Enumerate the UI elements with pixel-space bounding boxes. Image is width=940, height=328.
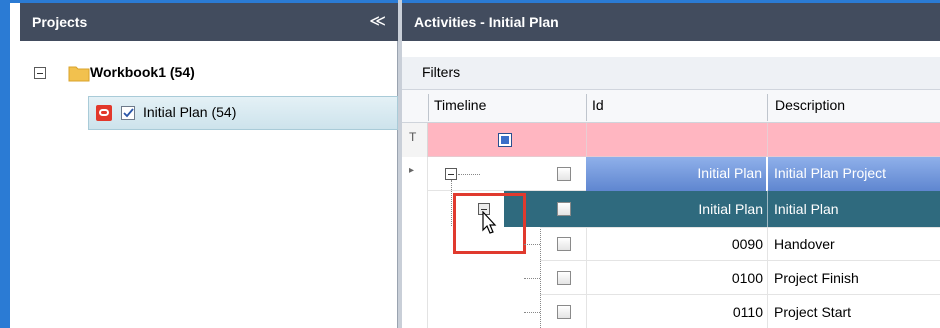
column-header-description[interactable]: Description — [775, 97, 845, 113]
row-id-divider — [767, 191, 768, 227]
projects-panel-body — [20, 41, 398, 328]
tree-connector-line — [524, 244, 540, 245]
row-checkbox[interactable] — [557, 271, 571, 285]
row-id: Initial Plan — [698, 201, 763, 217]
row-id: Initial Plan — [697, 165, 762, 181]
row-description: Project Finish — [774, 270, 859, 286]
row-checkbox[interactable] — [557, 237, 571, 251]
row-description: Initial Plan Project — [774, 165, 887, 181]
workbook-label[interactable]: Workbook1 (54) — [90, 64, 195, 80]
row-description: Initial Plan — [774, 201, 839, 217]
folder-icon — [68, 66, 90, 82]
row-description-cell: Initial Plan Project — [768, 157, 940, 191]
activities-panel-title: Activities - Initial Plan — [414, 14, 559, 30]
projects-panel-title: Projects — [32, 14, 88, 30]
collapse-panel-icon[interactable]: ≪ — [369, 3, 386, 41]
filter-expand-all-icon[interactable] — [498, 133, 512, 147]
current-row-indicator-icon: ▸ — [409, 165, 415, 176]
mouse-cursor-icon — [482, 211, 497, 234]
column-header-id[interactable]: Id — [592, 97, 604, 113]
tree-connector-line — [524, 312, 540, 313]
activities-panel-header: Activities - Initial Plan — [402, 3, 940, 41]
filters-label[interactable]: Filters — [422, 64, 460, 80]
filter-row[interactable] — [402, 123, 940, 157]
filters-top-strip — [402, 41, 940, 57]
row-indicator-column — [402, 157, 428, 328]
row-checkbox[interactable] — [557, 305, 571, 319]
plan-checkbox[interactable] — [121, 106, 135, 120]
tree-vertical-line — [451, 180, 452, 226]
oracle-plan-icon — [96, 105, 112, 121]
row-description: Handover — [774, 236, 835, 252]
filter-cell-divider-1 — [586, 123, 587, 157]
tree-connector-line — [524, 278, 540, 279]
plan-label[interactable]: Initial Plan (54) — [143, 104, 236, 120]
filter-icon: T — [409, 130, 417, 144]
row-description: Project Start — [774, 304, 852, 320]
row-id-cell: Initial Plan — [586, 157, 767, 191]
column-header-timeline[interactable]: Timeline — [434, 97, 486, 113]
tree-connector-line — [458, 174, 480, 175]
row-checkbox[interactable] — [557, 202, 571, 216]
row-collapse-toggle[interactable] — [445, 168, 457, 180]
header-divider-3 — [767, 94, 768, 121]
row-id: 0090 — [731, 236, 763, 252]
left-panel-edge-left — [0, 0, 10, 328]
workbook-collapse-toggle[interactable] — [34, 67, 46, 79]
projects-panel-header: Projects ≪ — [20, 3, 398, 41]
row-checkbox[interactable] — [557, 167, 571, 181]
checkmark-icon — [123, 108, 134, 118]
filters-bar[interactable]: Filters — [402, 57, 940, 90]
filter-cell-divider-2 — [767, 123, 768, 157]
header-divider-2 — [586, 94, 587, 121]
row-id: 0100 — [731, 270, 763, 286]
header-divider-1 — [428, 94, 429, 121]
row-id: 0110 — [732, 304, 763, 320]
